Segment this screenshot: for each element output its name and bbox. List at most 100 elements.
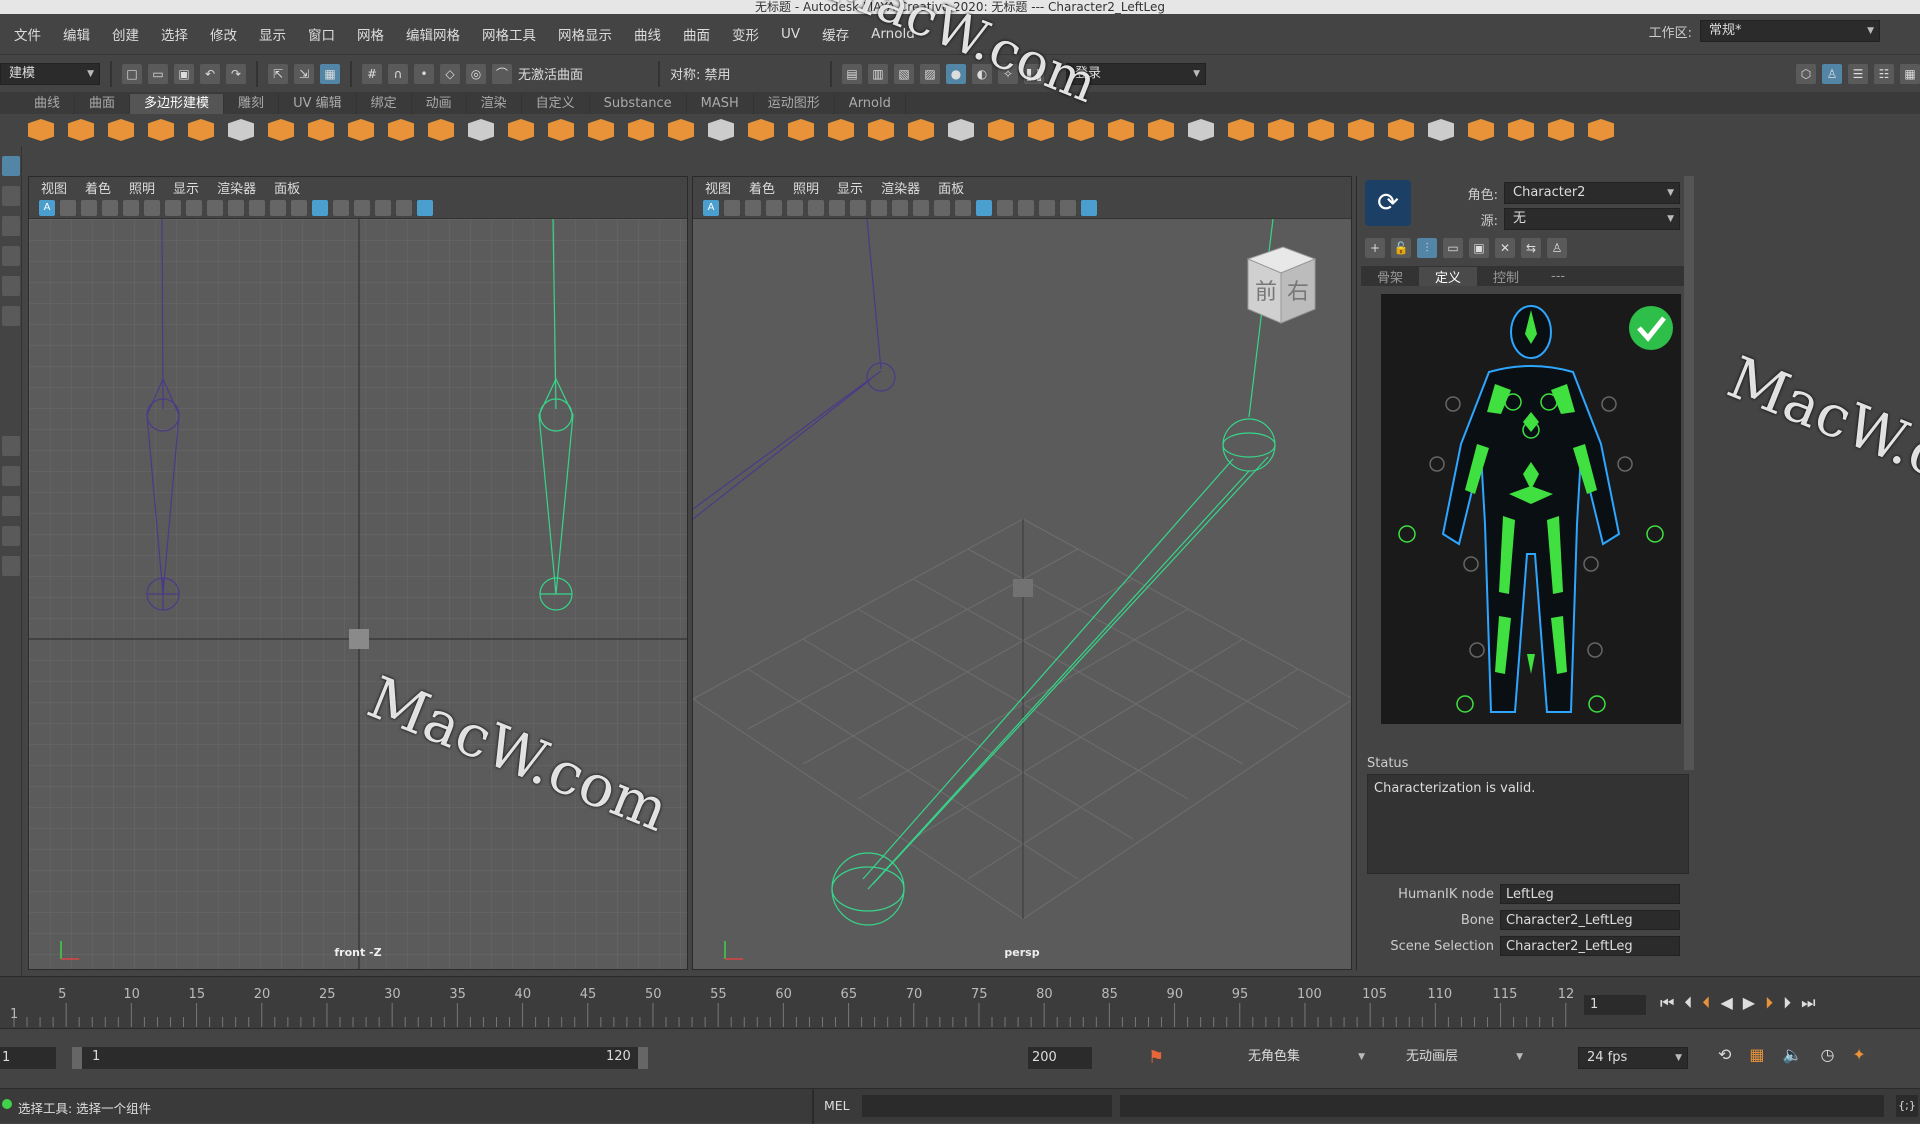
- menu-select[interactable]: 选择: [161, 24, 188, 44]
- go-to-start-icon[interactable]: ⏮: [1660, 993, 1674, 1013]
- range-start-handle[interactable]: [72, 1047, 82, 1069]
- shelf-tool-icon[interactable]: [188, 119, 214, 141]
- menu-arnold[interactable]: Arnold: [871, 26, 915, 42]
- shelf-tool-icon[interactable]: [348, 119, 374, 141]
- scene-selection-field[interactable]: Character2_LeftLeg: [1500, 936, 1680, 956]
- shelf-tool-icon[interactable]: [788, 119, 814, 141]
- default-material-icon[interactable]: [997, 199, 1013, 216]
- select-component-icon[interactable]: ▦: [320, 63, 340, 84]
- bone-field[interactable]: Character2_LeftLeg: [1500, 910, 1680, 930]
- camera-attributes-icon[interactable]: A: [703, 199, 719, 216]
- step-back-key-icon[interactable]: ⏴: [1702, 993, 1710, 1013]
- scene-start-field[interactable]: 1: [0, 1047, 56, 1069]
- tab-extra[interactable]: ---: [1535, 269, 1581, 284]
- shelf-tab[interactable]: UV 编辑: [279, 94, 357, 114]
- workspace-dropdown[interactable]: 常规*: [1700, 20, 1880, 42]
- shelf-tool-icon[interactable]: [548, 119, 574, 141]
- character-controls-icon[interactable]: ♙: [1822, 63, 1842, 84]
- vp-menu-show[interactable]: 显示: [173, 178, 199, 197]
- channel-box-icon[interactable]: ▦: [1900, 63, 1920, 84]
- shelf-tool-icon[interactable]: [948, 119, 974, 141]
- film-gate-icon[interactable]: [186, 199, 202, 216]
- shelf-tool-icon[interactable]: [1388, 119, 1414, 141]
- smooth-shade-icon[interactable]: [976, 199, 992, 216]
- shelf-tool-icon[interactable]: [1068, 119, 1094, 141]
- safe-action-icon[interactable]: [934, 199, 950, 216]
- paint-select-icon[interactable]: [2, 216, 20, 236]
- shelf-tool-icon[interactable]: [588, 119, 614, 141]
- move-tool-icon[interactable]: [2, 246, 20, 266]
- shelf-tool-icon[interactable]: [1188, 119, 1214, 141]
- viewport-persp[interactable]: 视图 着色 照明 显示 渲染器 面板 A 前 右 persp: [692, 176, 1352, 970]
- shadows-icon[interactable]: [396, 199, 412, 216]
- range-slider[interactable]: 1 120: [72, 1047, 648, 1069]
- shelf-tab[interactable]: 绑定: [357, 94, 412, 114]
- wireframe-icon[interactable]: [291, 199, 307, 216]
- mel-command-input[interactable]: [862, 1095, 1112, 1117]
- shelf-tab[interactable]: 渲染: [467, 94, 522, 114]
- open-scene-icon[interactable]: ▭: [148, 63, 168, 84]
- ipr-icon[interactable]: ▧: [894, 63, 914, 84]
- menu-set-dropdown[interactable]: 建模: [0, 62, 100, 85]
- attribute-editor-icon[interactable]: ☰: [1848, 63, 1868, 84]
- shelf-tool-icon[interactable]: [828, 119, 854, 141]
- shelf-tool-icon[interactable]: [28, 119, 54, 141]
- save-template-icon[interactable]: ▣: [1469, 238, 1489, 258]
- select-object-icon[interactable]: ⇲: [294, 63, 314, 84]
- viewport-front[interactable]: 视图 着色 照明 显示 渲染器 面板 A front -Z: [28, 176, 688, 970]
- animation-layer-dropdown[interactable]: 无动画层: [1398, 1047, 1528, 1069]
- play-back-icon[interactable]: ◀: [1720, 993, 1732, 1013]
- single-view-icon[interactable]: [2, 436, 20, 456]
- shelf-tool-icon[interactable]: [708, 119, 734, 141]
- grid-icon[interactable]: [829, 199, 845, 216]
- vp-menu-renderer[interactable]: 渲染器: [217, 178, 256, 197]
- shelf-tool-icon[interactable]: [628, 119, 654, 141]
- shelf-tool-icon[interactable]: [908, 119, 934, 141]
- menu-edit-mesh[interactable]: 编辑网格: [406, 24, 460, 44]
- lock-icon[interactable]: 🔓: [1391, 238, 1411, 258]
- four-view-icon[interactable]: [2, 466, 20, 486]
- modeling-toolkit-icon[interactable]: ⬡: [1796, 63, 1816, 84]
- mel-label[interactable]: MEL: [824, 1098, 850, 1113]
- menu-mesh-display[interactable]: 网格显示: [558, 24, 612, 44]
- tab-skeleton[interactable]: 骨架: [1361, 267, 1419, 286]
- character-set-dropdown[interactable]: 无角色集: [1240, 1047, 1370, 1069]
- grease-pencil-icon[interactable]: [808, 199, 824, 216]
- shelf-tool-icon[interactable]: [1268, 119, 1294, 141]
- script-editor-icon[interactable]: {;}: [1896, 1095, 1918, 1117]
- shelf-tool-icon[interactable]: [1588, 119, 1614, 141]
- live-surface-icon[interactable]: ⌒: [492, 63, 512, 84]
- delete-icon[interactable]: ✕: [1495, 238, 1515, 258]
- bookmark-icon[interactable]: [81, 199, 97, 216]
- camera-icon[interactable]: [724, 199, 740, 216]
- shelf-tool-icon[interactable]: [748, 119, 774, 141]
- tab-controls[interactable]: 控制: [1477, 267, 1535, 286]
- shelf-tab[interactable]: MASH: [687, 94, 754, 114]
- vp-menu-lighting[interactable]: 照明: [129, 178, 155, 197]
- login-dropdown[interactable]: 登录: [1066, 62, 1206, 85]
- film-gate-icon[interactable]: [850, 199, 866, 216]
- camera-icon[interactable]: [60, 199, 76, 216]
- render-setup-icon[interactable]: ◐: [972, 63, 992, 84]
- resolution-gate-icon[interactable]: [871, 199, 887, 216]
- sound-icon[interactable]: 🔈: [1783, 1045, 1803, 1064]
- render-frame-icon[interactable]: ▥: [868, 63, 888, 84]
- play-forward-icon[interactable]: ▶: [1743, 993, 1755, 1013]
- panel-scrollbar[interactable]: [1684, 176, 1694, 770]
- lights-icon[interactable]: [1039, 199, 1055, 216]
- shelf-tab[interactable]: 多边形建模: [130, 94, 225, 114]
- 2d-pan-icon[interactable]: [123, 199, 139, 216]
- shelf-tool-icon[interactable]: [228, 119, 254, 141]
- snap-point-icon[interactable]: •: [414, 63, 434, 84]
- snap-view-icon[interactable]: ◇: [440, 63, 460, 84]
- shelf-tool-icon[interactable]: [1108, 119, 1134, 141]
- shelf-tool-icon[interactable]: [868, 119, 894, 141]
- gate-mask-icon[interactable]: [892, 199, 908, 216]
- render-view-icon[interactable]: ▤: [842, 63, 862, 84]
- menu-uv[interactable]: UV: [781, 26, 800, 42]
- vp-menu-show[interactable]: 显示: [837, 178, 863, 197]
- shelf-tab[interactable]: 运动图形: [754, 94, 835, 114]
- symmetry-label[interactable]: 对称: 禁用: [670, 64, 820, 83]
- fps-dropdown[interactable]: 24 fps: [1578, 1047, 1688, 1069]
- field-chart-icon[interactable]: [913, 199, 929, 216]
